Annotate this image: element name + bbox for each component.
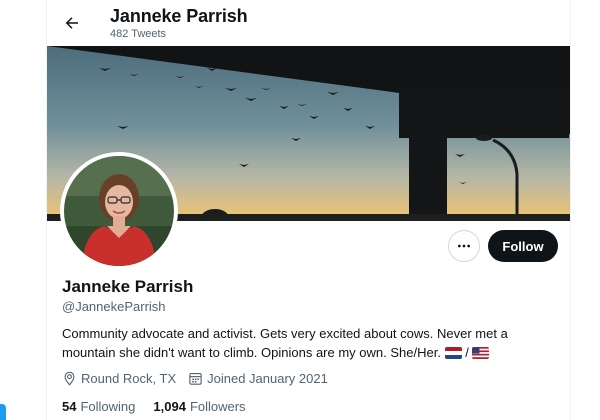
followers-link[interactable]: 1,094 Followers [153,399,245,414]
followers-label: Followers [189,399,246,414]
back-button[interactable] [57,8,87,38]
profile-meta: Round Rock, TX Joined January 2021 [62,371,340,386]
bio: Community advocate and activist. Gets ve… [62,324,557,362]
more-options-button[interactable] [448,230,480,262]
sidebar-edge [0,404,6,420]
profile-header: Janneke Parrish 482 Tweets [47,0,572,46]
header-name: Janneke Parrish [110,6,248,26]
location-pin-icon [64,371,75,386]
flag-united-states-icon [472,347,490,359]
left-gutter [0,0,46,420]
profile-column: Janneke Parrish 482 Tweets Follow Jannek… [46,0,573,420]
back-arrow-icon [65,17,78,29]
calendar-icon [189,372,202,385]
following-link[interactable]: 54 Following [62,399,135,414]
following-label: Following [80,399,136,414]
handle: @JannekeParrish [62,299,166,314]
following-count: 54 [62,399,77,414]
display-name: Janneke Parrish [62,277,194,296]
follow-button[interactable]: Follow [488,230,558,262]
flag-netherlands-icon [444,347,462,359]
location: Round Rock, TX [62,371,176,386]
location-text: Round Rock, TX [81,371,177,386]
follow-stats: 54 Following 1,094 Followers [62,399,264,414]
avatar[interactable] [60,152,178,270]
right-gutter [570,0,600,420]
more-icon [458,244,470,248]
tweet-count: 482 Tweets [110,28,167,40]
bio-separator: / [465,345,469,360]
bio-text: Community advocate and activist. Gets ve… [62,326,508,360]
joined-text: Joined January 2021 [207,371,328,386]
followers-count: 1,094 [153,399,186,414]
joined-date: Joined January 2021 [188,371,328,386]
